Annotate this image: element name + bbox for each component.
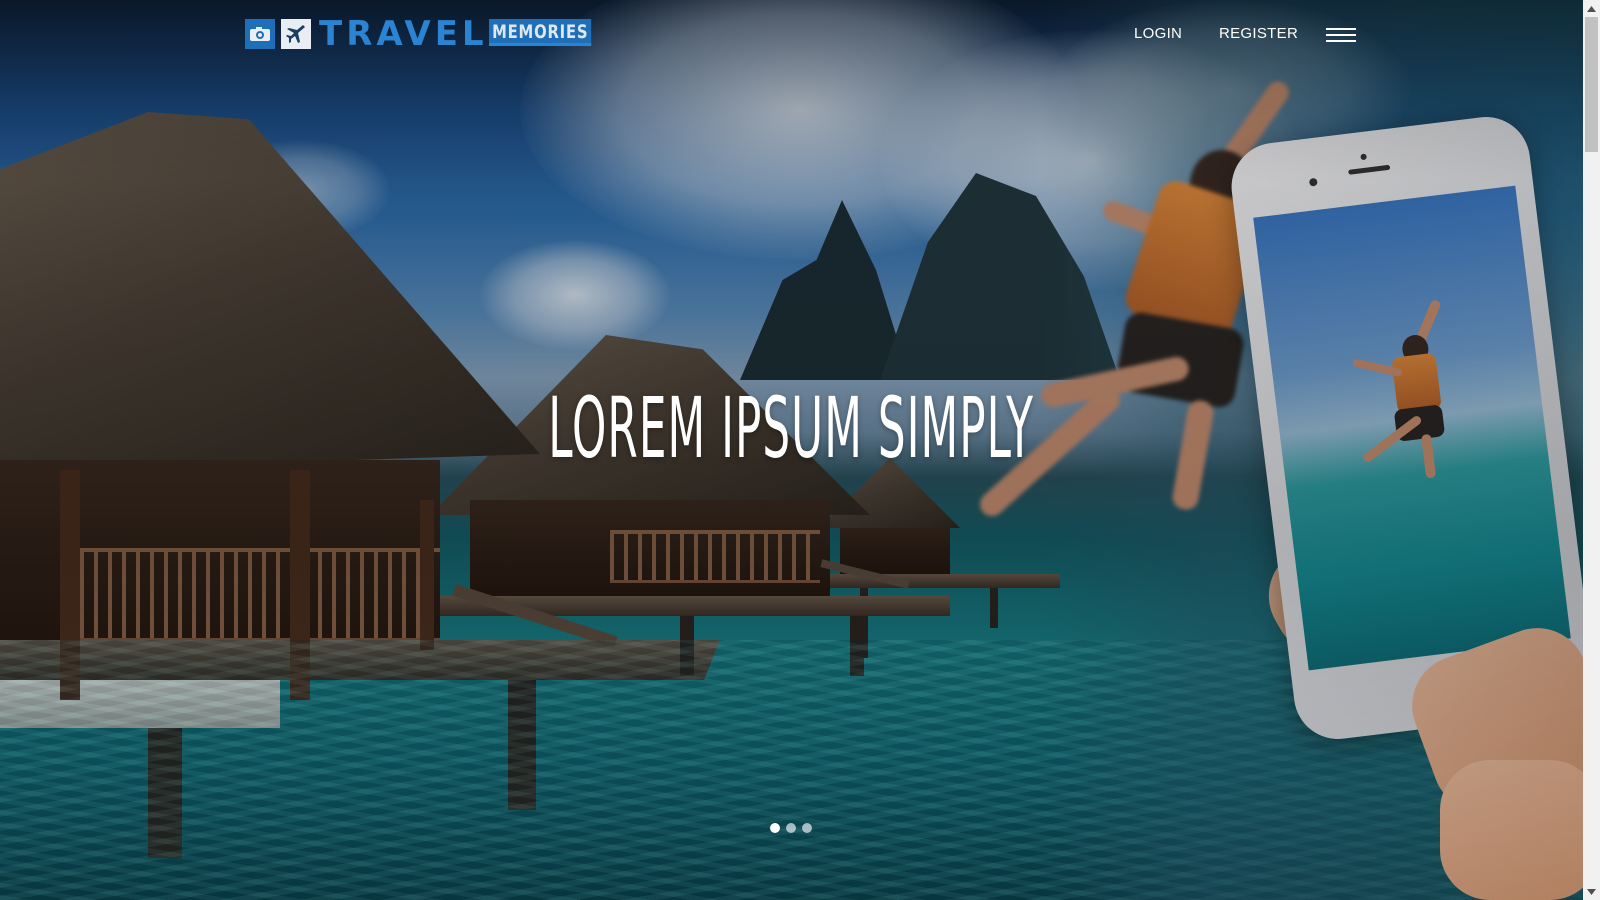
slider-pagination [770, 823, 812, 833]
site-header: TRAVEL MEMORIES LOGIN REGISTER [0, 0, 1583, 70]
slider-dot-1[interactable] [770, 823, 780, 833]
brand-name-memories: MEMORIES [489, 19, 592, 46]
login-link[interactable]: LOGIN [1134, 25, 1182, 42]
register-link[interactable]: REGISTER [1219, 25, 1298, 42]
hamburger-menu-icon[interactable] [1326, 26, 1356, 44]
slider-dot-2[interactable] [786, 823, 796, 833]
airplane-icon [281, 19, 311, 49]
brand-name-travel: TRAVEL [319, 14, 488, 54]
hero-headline-container: LOREM IPSUM SIMPLY [0, 385, 1583, 471]
scroll-down-arrow-icon[interactable] [1583, 883, 1600, 900]
vertical-scrollbar[interactable] [1583, 0, 1600, 900]
camera-icon [245, 19, 275, 49]
page: TRAVEL MEMORIES LOGIN REGISTER LOREM IPS… [0, 0, 1600, 900]
brand-logo[interactable]: TRAVEL MEMORIES [245, 14, 592, 54]
scroll-up-arrow-icon[interactable] [1583, 0, 1600, 17]
slider-dot-3[interactable] [802, 823, 812, 833]
hero-headline: LOREM IPSUM SIMPLY [548, 379, 1035, 477]
scrollbar-thumb[interactable] [1585, 17, 1598, 152]
